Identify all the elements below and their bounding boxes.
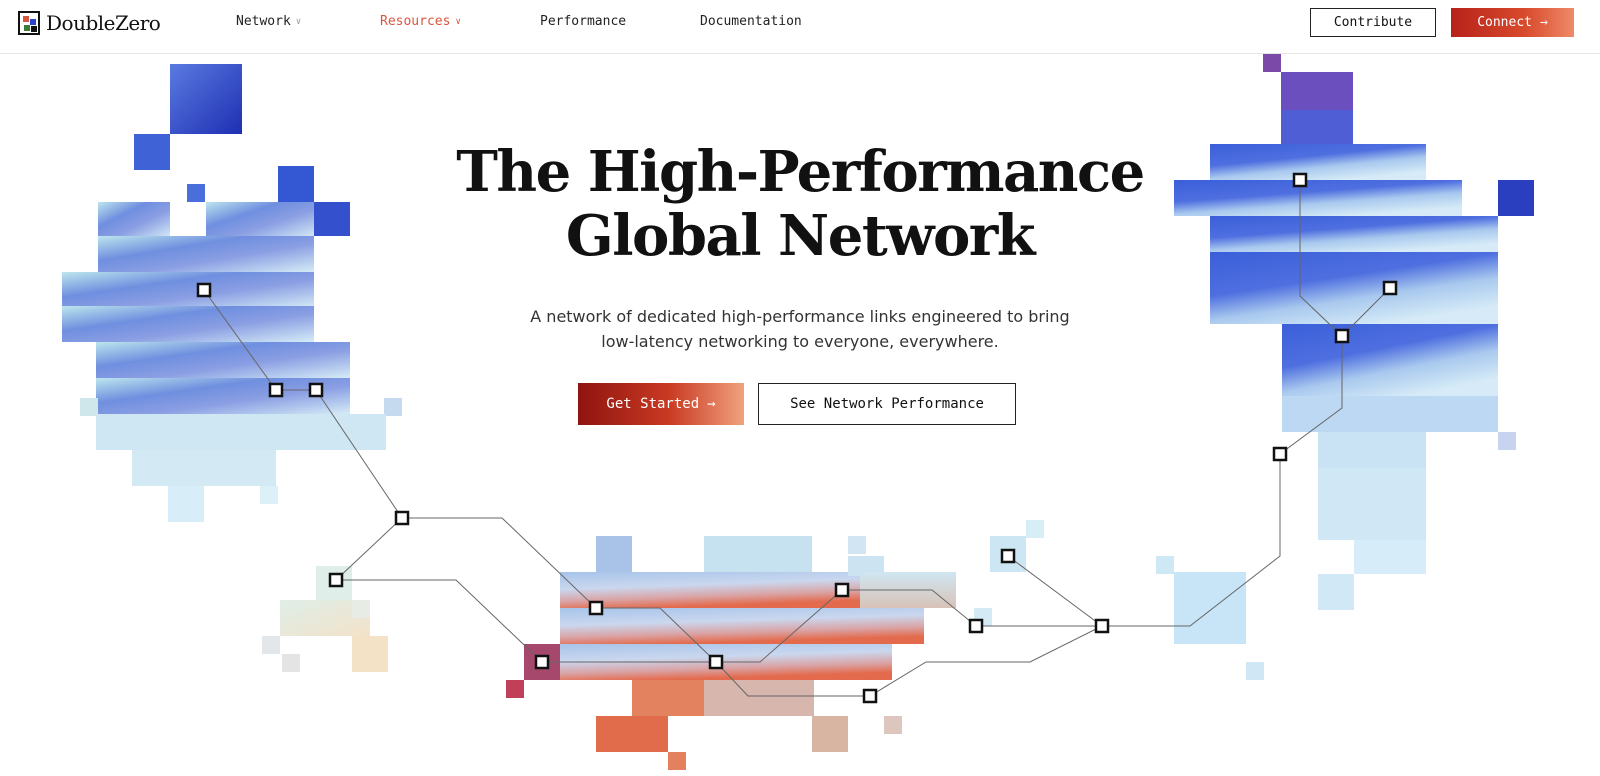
network-node	[1334, 328, 1350, 344]
nav-item-resources[interactable]: Resources ∨	[380, 14, 461, 29]
nav-item-label: Performance	[540, 14, 627, 29]
network-node	[328, 572, 344, 588]
center-region-shape	[506, 536, 992, 770]
right-region-shape	[1174, 54, 1534, 610]
hero-subtitle-line1: A network of dedicated high-performance …	[530, 307, 1070, 326]
network-node	[1000, 548, 1016, 564]
network-node	[1272, 446, 1288, 462]
hero-subtitle: A network of dedicated high-performance …	[500, 304, 1100, 354]
top-navigation: DoubleZero Network ∨ Resources ∨ Perform…	[0, 0, 1600, 54]
network-node	[588, 600, 604, 616]
nav-item-network[interactable]: Network ∨	[236, 14, 301, 29]
hero-title-line2: Global Network	[565, 203, 1036, 269]
network-node	[1094, 618, 1110, 634]
contribute-button[interactable]: Contribute	[1310, 8, 1436, 37]
network-node	[1382, 280, 1398, 296]
network-node	[196, 282, 212, 298]
connect-button-label: Connect	[1477, 15, 1532, 30]
arrow-right-icon: →	[707, 396, 716, 412]
nav-item-label: Documentation	[700, 14, 802, 29]
hero-title-line1: The High-Performance	[456, 139, 1145, 205]
nav-item-label: Resources	[380, 14, 451, 29]
left-region-shape	[62, 64, 402, 522]
network-node	[534, 654, 550, 670]
see-network-performance-button[interactable]: See Network Performance	[758, 383, 1016, 425]
network-node	[1292, 172, 1308, 188]
network-node	[268, 382, 284, 398]
connect-button[interactable]: Connect →	[1451, 8, 1574, 37]
network-node	[308, 382, 324, 398]
nav-item-performance[interactable]: Performance	[540, 14, 626, 29]
contribute-button-label: Contribute	[1333, 15, 1413, 30]
network-node	[834, 582, 850, 598]
hero-subtitle-line2: low-latency networking to everyone, ever…	[601, 332, 999, 351]
see-network-performance-label: See Network Performance	[790, 396, 984, 412]
doublezero-logo-icon	[18, 11, 40, 35]
nav-item-documentation[interactable]: Documentation	[700, 14, 802, 29]
network-node	[708, 654, 724, 670]
chevron-down-icon: ∨	[455, 16, 461, 27]
network-node	[968, 618, 984, 634]
brand-name: DoubleZero	[46, 11, 161, 35]
network-node	[862, 688, 878, 704]
get-started-label: Get Started	[606, 396, 700, 412]
brand-logo[interactable]: DoubleZero	[18, 9, 161, 37]
lower-left-region-shape	[262, 566, 388, 672]
get-started-button[interactable]: Get Started →	[578, 383, 744, 425]
network-node	[394, 510, 410, 526]
arrow-right-icon: →	[1539, 15, 1548, 30]
nav-item-label: Network	[236, 14, 291, 29]
hero-title: The High-Performance Global Network	[400, 140, 1200, 268]
chevron-down-icon: ∨	[295, 16, 302, 27]
